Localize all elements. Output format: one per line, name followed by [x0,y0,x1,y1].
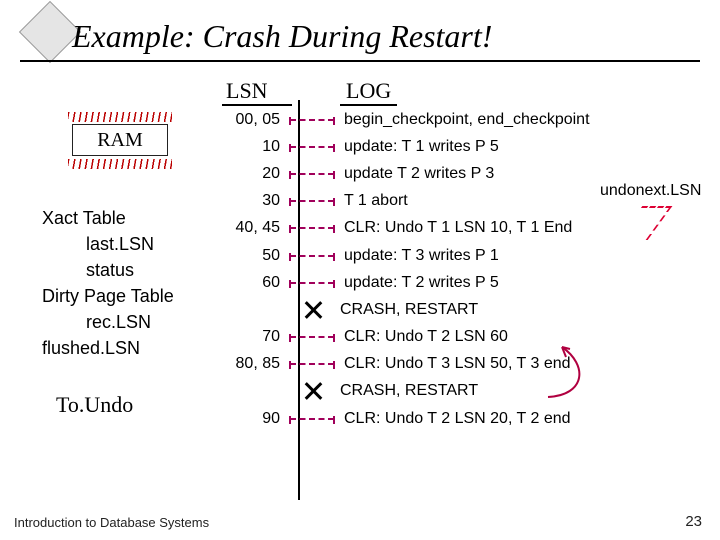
curved-arrow-icon [542,343,592,401]
log-row: 30 T 1 abort [222,188,602,215]
log-text: update: T 2 writes P 5 [338,274,602,292]
log-row: 20 update T 2 writes P 3 [222,160,602,187]
tick-mark-icon [290,282,334,284]
lsn-heading: LSN [222,78,292,106]
log-text: update: T 1 writes P 5 [338,138,602,156]
tick-mark-icon [290,146,334,148]
title-underline [20,60,700,62]
log-text: begin_checkpoint, end_checkpoint [338,111,602,129]
tick-mark-icon [290,418,334,420]
undonext-label: undonext.LSN [600,182,701,200]
xact-table-label: Xact Table [42,205,174,231]
log-row: 50 update: T 3 writes P 1 [222,242,602,269]
tick-mark-icon [290,255,334,257]
toundo-label: To.Undo [56,392,133,418]
tick-mark-icon [290,227,334,229]
log-text: T 1 abort [338,192,602,210]
lsn-value: 70 [222,328,286,346]
crash-text: CRASH, RESTART [340,382,478,400]
page-number: 23 [685,513,702,530]
ram-hatch [68,112,172,122]
log-row: 60 update: T 2 writes P 5 [222,269,602,296]
lsn-value: 20 [222,165,286,183]
lsn-value: 50 [222,247,286,265]
tick-mark-icon [290,173,334,175]
crash-row: CRASH, RESTART [222,296,602,323]
log-text: CLR: Undo T 2 LSN 20, T 2 end [338,410,602,428]
dirty-page-table-label: Dirty Page Table [42,283,174,309]
log-heading: LOG [340,78,397,106]
lsn-value: 80, 85 [222,355,286,373]
ram-hatch [68,159,172,169]
tick-mark-icon [290,200,334,202]
lsn-value: 00, 05 [222,111,286,129]
log-row: 40, 45 CLR: Undo T 1 LSN 10, T 1 End [222,215,602,242]
crash-x-icon [304,301,322,319]
undonext-arrow-icon [618,206,673,240]
log-row: 90 CLR: Undo T 2 LSN 20, T 2 end [222,405,602,432]
log-row: 00, 05 begin_checkpoint, end_checkpoint [222,106,602,133]
lsn-value: 90 [222,410,286,428]
log-header: LSN LOG [222,78,602,106]
lsn-value: 40, 45 [222,219,286,237]
tick-mark-icon [290,119,334,121]
log-text: CLR: Undo T 1 LSN 10, T 1 End [338,219,602,237]
lsn-value: 60 [222,274,286,292]
left-column: Xact Table last.LSN status Dirty Page Ta… [42,205,174,362]
ram-box: RAM [72,124,168,156]
crash-x-icon [304,382,322,400]
lastlsn-label: last.LSN [86,231,174,257]
ram-label: RAM [97,129,143,152]
tick-mark-icon [290,363,334,365]
tick-mark-icon [290,336,334,338]
log-row: 10 update: T 1 writes P 5 [222,133,602,160]
flushedlsn-label: flushed.LSN [42,335,174,361]
log-text: update: T 3 writes P 1 [338,247,602,265]
status-label: status [86,257,174,283]
footer-text: Introduction to Database Systems [14,515,209,530]
lsn-value: 10 [222,138,286,156]
log-text: update T 2 writes P 3 [338,165,602,183]
lsn-value: 30 [222,192,286,210]
reclsn-label: rec.LSN [86,309,174,335]
slide-title: Example: Crash During Restart! [72,18,492,55]
crash-text: CRASH, RESTART [340,301,478,319]
